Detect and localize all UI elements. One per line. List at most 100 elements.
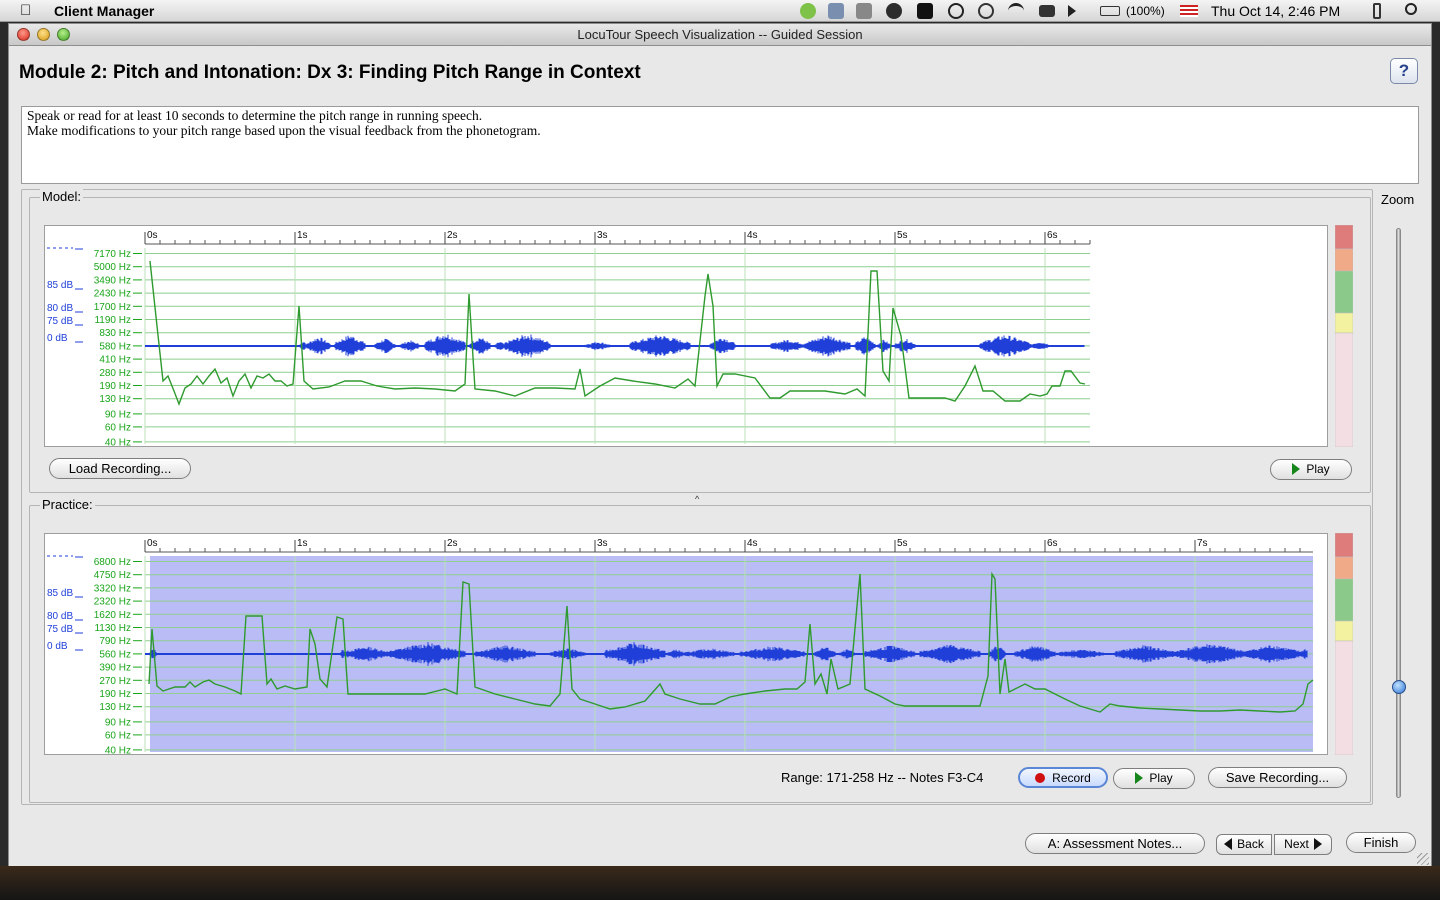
time-tick-label: 5s (897, 230, 908, 241)
model-phonetogram[interactable]: 7170 Hz 5000 Hz 3490 Hz 2430 Hz 1700 Hz 1190 … (44, 225, 1328, 448)
freq-tick-label: 190 Hz (99, 689, 131, 700)
instructions-box: Speak or read for at least 10 seconds to… (21, 106, 1419, 184)
next-button[interactable]: Next (1274, 834, 1332, 855)
play-icon (1135, 772, 1144, 784)
window-title: LocuTour Speech Visualization -- Guided … (577, 27, 863, 42)
app-menu-name[interactable]: Client Manager (54, 3, 154, 19)
freq-tick-label: 60 Hz (105, 730, 131, 741)
freq-tick-label: 280 Hz (99, 368, 131, 379)
freq-tick-label: 2430 Hz (94, 289, 131, 300)
menubar-clock[interactable]: Thu Oct 14, 2:46 PM (1211, 3, 1340, 19)
freq-tick-label: 790 Hz (99, 636, 131, 647)
flag-icon[interactable] (1180, 5, 1198, 17)
finish-button[interactable]: Finish (1346, 832, 1416, 853)
play-icon (1292, 463, 1301, 475)
record-button[interactable]: Record (1018, 767, 1108, 788)
model-level-meter (1335, 225, 1353, 447)
time-tick-label: 4s (747, 538, 758, 549)
record-icon (1035, 773, 1046, 783)
accessibility-icon[interactable] (948, 3, 964, 19)
freq-tick-label: 270 Hz (99, 676, 131, 687)
level-meter-segment (1335, 620, 1353, 642)
help-button[interactable]: ? (1390, 58, 1418, 84)
zoom-slider-track[interactable] (1396, 228, 1401, 798)
db-tick-label: 0 dB (47, 641, 68, 652)
resize-grip[interactable] (1417, 853, 1429, 865)
grid-icon[interactable] (917, 3, 933, 19)
freq-tick-label: 40 Hz (105, 745, 131, 756)
instruction-line: Speak or read for at least 10 seconds to… (27, 108, 483, 123)
freq-tick-label: 830 Hz (99, 328, 131, 339)
main-window: LocuTour Speech Visualization -- Guided … (8, 23, 1432, 868)
volume-icon[interactable] (1068, 5, 1076, 17)
menu-bar:  Client Manager (100%) Thu Oct 14, 2:46… (0, 0, 1440, 22)
assessment-notes-button[interactable]: A: Assessment Notes... (1025, 833, 1205, 854)
display-icon[interactable] (1039, 5, 1055, 17)
level-meter-segment (1335, 312, 1353, 334)
back-label: Back (1237, 837, 1264, 851)
level-meter-segment (1335, 556, 1353, 580)
db-tick-label: 75 dB (47, 316, 73, 327)
freq-tick-label: 6800 Hz (94, 557, 131, 568)
freq-tick-label: 60 Hz (105, 422, 131, 433)
freq-tick-label: 40 Hz (105, 437, 131, 448)
bluetooth-icon[interactable] (1373, 3, 1381, 19)
battery-percent: (100%) (1126, 4, 1165, 18)
practice-play-label: Play (1149, 771, 1173, 785)
freq-tick-label: 560 Hz (99, 649, 131, 660)
freq-tick-label: 4750 Hz (94, 570, 131, 581)
window-titlebar: LocuTour Speech Visualization -- Guided … (9, 24, 1431, 46)
save-recording-button[interactable]: Save Recording... (1208, 767, 1347, 788)
time-machine-icon[interactable] (978, 3, 994, 19)
time-tick-label: 2s (447, 230, 458, 241)
db-tick-label: 85 dB (47, 280, 73, 291)
time-tick-label: 4s (747, 230, 758, 241)
pitch-range-readout: Range: 171-258 Hz -- Notes F3-C4 (781, 770, 984, 785)
wifi-icon[interactable] (1008, 3, 1024, 19)
practice-label: Practice: (40, 497, 95, 512)
script-icon[interactable] (828, 3, 844, 19)
level-meter-segment (1335, 332, 1353, 447)
close-window-button[interactable] (17, 28, 30, 41)
freq-tick-label: 190 Hz (99, 381, 131, 392)
time-tick-label: 1s (297, 230, 308, 241)
level-meter-segment (1335, 225, 1353, 250)
model-plot-svg: 7170 Hz 5000 Hz 3490 Hz 2430 Hz 1700 Hz 1190 … (47, 230, 1091, 448)
model-play-label: Play (1306, 462, 1330, 476)
tools-icon[interactable] (856, 3, 872, 19)
freq-tick-label: 90 Hz (105, 409, 131, 420)
practice-plot-svg: 6800 Hz 4750 Hz 3320 Hz 2320 Hz 1620 Hz 1130 … (47, 538, 1314, 756)
model-play-button[interactable]: Play (1270, 459, 1352, 480)
practice-phonetogram[interactable]: 6800 Hz 4750 Hz 3320 Hz 2320 Hz 1620 Hz 1130 … (44, 533, 1328, 756)
battery-icon[interactable] (1100, 6, 1120, 16)
minimize-window-button[interactable] (37, 28, 50, 41)
load-recording-button[interactable]: Load Recording... (49, 458, 191, 479)
db-tick-label: 80 dB (47, 303, 73, 314)
freq-tick-label: 2320 Hz (94, 597, 131, 608)
freq-tick-label: 3320 Hz (94, 583, 131, 594)
time-tick-label: 0s (147, 538, 158, 549)
freq-tick-label: 410 Hz (99, 355, 131, 366)
apple-icon[interactable]:  (20, 2, 31, 19)
instruction-line: Make modifications to your pitch range b… (27, 123, 541, 138)
level-meter-segment (1335, 248, 1353, 272)
zoom-slider-thumb[interactable] (1392, 680, 1406, 694)
freq-tick-label: 3490 Hz (94, 275, 131, 286)
db-tick-label: 85 dB (47, 588, 73, 599)
level-meter-segment (1335, 578, 1353, 622)
level-meter-segment (1335, 270, 1353, 314)
time-tick-label: 1s (297, 538, 308, 549)
spotlight-icon[interactable] (1405, 3, 1417, 15)
practice-play-button[interactable]: Play (1113, 768, 1195, 789)
time-tick-label: 5s (897, 538, 908, 549)
practice-level-meter (1335, 533, 1353, 755)
db-tick-label: 80 dB (47, 611, 73, 622)
evernote-icon[interactable] (800, 3, 816, 19)
freq-tick-label: 5000 Hz (94, 262, 131, 273)
freq-tick-label: 130 Hz (99, 394, 131, 405)
back-button[interactable]: Back (1216, 834, 1272, 855)
zoom-window-button[interactable] (57, 28, 70, 41)
next-arrow-icon (1313, 838, 1322, 850)
globe-icon[interactable] (886, 3, 902, 19)
split-divider-handle[interactable]: ^ (695, 494, 699, 504)
